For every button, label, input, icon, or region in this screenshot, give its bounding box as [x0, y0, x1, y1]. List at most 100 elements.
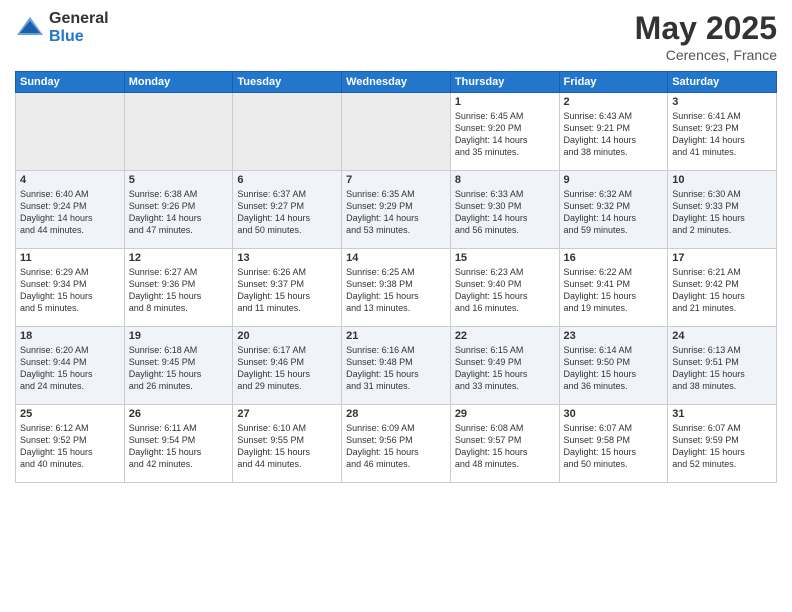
day-number: 26 [129, 408, 229, 420]
calendar-cell: 20 Sunrise: 6:17 AM Sunset: 9:46 PM Dayli… [233, 327, 342, 405]
day-number: 28 [346, 408, 446, 420]
day-info: Sunrise: 6:20 AM Sunset: 9:44 PM Dayligh… [20, 344, 120, 393]
calendar-cell: 29 Sunrise: 6:08 AM Sunset: 9:57 PM Dayli… [450, 405, 559, 483]
calendar-table: Sunday Monday Tuesday Wednesday Thursday… [15, 71, 777, 483]
calendar-cell: 26 Sunrise: 6:11 AM Sunset: 9:54 PM Dayli… [124, 405, 233, 483]
day-number: 3 [672, 96, 772, 108]
day-number: 10 [672, 174, 772, 186]
calendar-cell: 8Sunrise: 6:33 AM Sunset: 9:30 PM Daylig… [450, 171, 559, 249]
calendar-cell: 6 Sunrise: 6:37 AM Sunset: 9:27 PM Daylig… [233, 171, 342, 249]
day-info: Sunrise: 6:17 AM Sunset: 9:46 PM Dayligh… [237, 344, 337, 393]
day-info: Sunrise: 6:18 AM Sunset: 9:45 PM Dayligh… [129, 344, 229, 393]
location-title: Cerences, France [635, 47, 777, 63]
calendar-cell: 12 Sunrise: 6:27 AM Sunset: 9:36 PM Dayli… [124, 249, 233, 327]
day-info: Sunrise: 6:21 AM Sunset: 9:42 PM Dayligh… [672, 266, 772, 315]
day-number: 2 [564, 96, 664, 108]
calendar-cell: 4Sunrise: 6:40 AM Sunset: 9:24 PM Daylig… [16, 171, 125, 249]
calendar-cell: 23 Sunrise: 6:14 AM Sunset: 9:50 PM Dayli… [559, 327, 668, 405]
col-sunday: Sunday [16, 72, 125, 93]
day-info: Sunrise: 6:16 AM Sunset: 9:48 PM Dayligh… [346, 344, 446, 393]
calendar-cell: 24Sunrise: 6:13 AM Sunset: 9:51 PM Dayli… [668, 327, 777, 405]
month-title: May 2025 [635, 10, 777, 47]
day-number: 27 [237, 408, 337, 420]
day-info: Sunrise: 6:35 AM Sunset: 9:29 PM Dayligh… [346, 188, 446, 237]
logo: General Blue [15, 10, 109, 45]
header-row: Sunday Monday Tuesday Wednesday Thursday… [16, 72, 777, 93]
day-number: 15 [455, 252, 555, 264]
calendar-week-2: 4Sunrise: 6:40 AM Sunset: 9:24 PM Daylig… [16, 171, 777, 249]
day-info: Sunrise: 6:26 AM Sunset: 9:37 PM Dayligh… [237, 266, 337, 315]
col-thursday: Thursday [450, 72, 559, 93]
calendar-cell: 19 Sunrise: 6:18 AM Sunset: 9:45 PM Dayli… [124, 327, 233, 405]
day-info: Sunrise: 6:08 AM Sunset: 9:57 PM Dayligh… [455, 422, 555, 471]
calendar-cell [233, 93, 342, 171]
day-info: Sunrise: 6:12 AM Sunset: 9:52 PM Dayligh… [20, 422, 120, 471]
day-number: 17 [672, 252, 772, 264]
day-number: 25 [20, 408, 120, 420]
day-info: Sunrise: 6:43 AM Sunset: 9:21 PM Dayligh… [564, 110, 664, 159]
day-info: Sunrise: 6:11 AM Sunset: 9:54 PM Dayligh… [129, 422, 229, 471]
day-number: 22 [455, 330, 555, 342]
day-number: 16 [564, 252, 664, 264]
calendar-cell: 7 Sunrise: 6:35 AM Sunset: 9:29 PM Daylig… [342, 171, 451, 249]
day-number: 11 [20, 252, 120, 264]
calendar-cell: 9 Sunrise: 6:32 AM Sunset: 9:32 PM Daylig… [559, 171, 668, 249]
day-number: 14 [346, 252, 446, 264]
day-info: Sunrise: 6:37 AM Sunset: 9:27 PM Dayligh… [237, 188, 337, 237]
day-number: 1 [455, 96, 555, 108]
calendar-cell: 18 Sunrise: 6:20 AM Sunset: 9:44 PM Dayli… [16, 327, 125, 405]
day-number: 20 [237, 330, 337, 342]
day-info: Sunrise: 6:14 AM Sunset: 9:50 PM Dayligh… [564, 344, 664, 393]
calendar-cell: 15 Sunrise: 6:23 AM Sunset: 9:40 PM Dayli… [450, 249, 559, 327]
day-number: 18 [20, 330, 120, 342]
calendar-cell: 2 Sunrise: 6:43 AM Sunset: 9:21 PM Daylig… [559, 93, 668, 171]
day-number: 23 [564, 330, 664, 342]
day-number: 30 [564, 408, 664, 420]
day-info: Sunrise: 6:45 AM Sunset: 9:20 PM Dayligh… [455, 110, 555, 159]
logo-general: General [49, 10, 109, 28]
day-number: 7 [346, 174, 446, 186]
title-area: May 2025 Cerences, France [635, 10, 777, 63]
logo-blue: Blue [49, 28, 109, 46]
col-tuesday: Tuesday [233, 72, 342, 93]
day-number: 4 [20, 174, 120, 186]
logo-text: General Blue [49, 10, 109, 45]
calendar-cell: 3Sunrise: 6:41 AM Sunset: 9:23 PM Daylig… [668, 93, 777, 171]
day-info: Sunrise: 6:10 AM Sunset: 9:55 PM Dayligh… [237, 422, 337, 471]
calendar-cell: 17 Sunrise: 6:21 AM Sunset: 9:42 PM Dayli… [668, 249, 777, 327]
calendar-cell: 22 Sunrise: 6:15 AM Sunset: 9:49 PM Dayli… [450, 327, 559, 405]
day-info: Sunrise: 6:07 AM Sunset: 9:59 PM Dayligh… [672, 422, 772, 471]
calendar-cell: 11Sunrise: 6:29 AM Sunset: 9:34 PM Dayli… [16, 249, 125, 327]
calendar-cell: 28 Sunrise: 6:09 AM Sunset: 9:56 PM Dayli… [342, 405, 451, 483]
day-number: 6 [237, 174, 337, 186]
day-number: 13 [237, 252, 337, 264]
day-info: Sunrise: 6:22 AM Sunset: 9:41 PM Dayligh… [564, 266, 664, 315]
calendar-cell: 25 Sunrise: 6:12 AM Sunset: 9:52 PM Dayli… [16, 405, 125, 483]
day-info: Sunrise: 6:27 AM Sunset: 9:36 PM Dayligh… [129, 266, 229, 315]
col-monday: Monday [124, 72, 233, 93]
day-info: Sunrise: 6:15 AM Sunset: 9:49 PM Dayligh… [455, 344, 555, 393]
calendar-cell: 27 Sunrise: 6:10 AM Sunset: 9:55 PM Dayli… [233, 405, 342, 483]
day-number: 29 [455, 408, 555, 420]
day-number: 9 [564, 174, 664, 186]
day-number: 24 [672, 330, 772, 342]
day-info: Sunrise: 6:33 AM Sunset: 9:30 PM Dayligh… [455, 188, 555, 237]
day-info: Sunrise: 6:23 AM Sunset: 9:40 PM Dayligh… [455, 266, 555, 315]
day-number: 19 [129, 330, 229, 342]
day-number: 31 [672, 408, 772, 420]
calendar-week-4: 18 Sunrise: 6:20 AM Sunset: 9:44 PM Dayli… [16, 327, 777, 405]
calendar-cell [124, 93, 233, 171]
day-info: Sunrise: 6:09 AM Sunset: 9:56 PM Dayligh… [346, 422, 446, 471]
col-wednesday: Wednesday [342, 72, 451, 93]
logo-icon [15, 13, 45, 43]
day-info: Sunrise: 6:07 AM Sunset: 9:58 PM Dayligh… [564, 422, 664, 471]
calendar-cell [342, 93, 451, 171]
col-friday: Friday [559, 72, 668, 93]
calendar-cell: 10 Sunrise: 6:30 AM Sunset: 9:33 PM Dayli… [668, 171, 777, 249]
day-number: 12 [129, 252, 229, 264]
day-info: Sunrise: 6:32 AM Sunset: 9:32 PM Dayligh… [564, 188, 664, 237]
calendar-week-3: 11Sunrise: 6:29 AM Sunset: 9:34 PM Dayli… [16, 249, 777, 327]
calendar-cell [16, 93, 125, 171]
calendar-cell: 21Sunrise: 6:16 AM Sunset: 9:48 PM Dayli… [342, 327, 451, 405]
day-info: Sunrise: 6:30 AM Sunset: 9:33 PM Dayligh… [672, 188, 772, 237]
